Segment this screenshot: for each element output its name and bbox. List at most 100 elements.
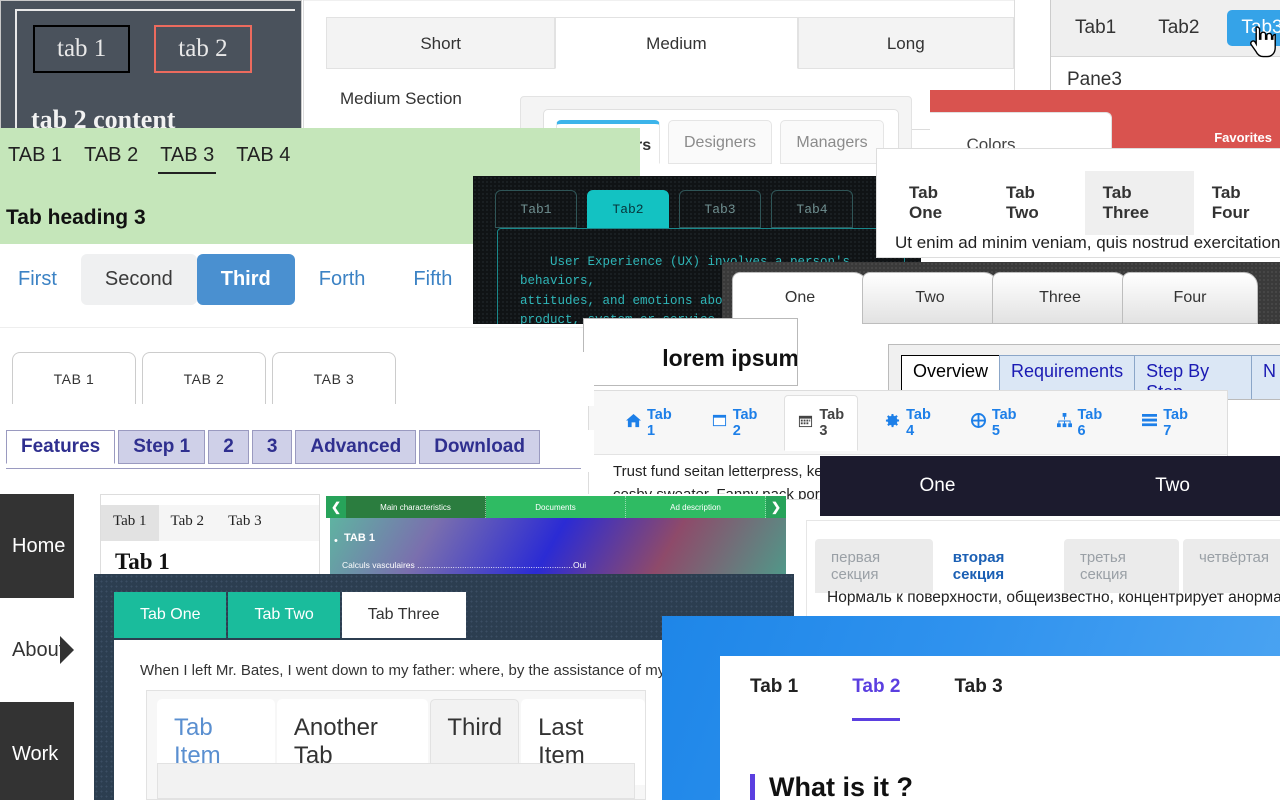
tab-tab-4[interactable]: TAB 4: [234, 142, 292, 174]
tab-tab3[interactable]: Tab3: [679, 190, 761, 228]
tab-tab-2[interactable]: tab 2: [154, 25, 252, 73]
tab-list: первая секция вторая секция третья секци…: [815, 539, 1280, 593]
tab-chetvyortaya[interactable]: четвёртая: [1182, 539, 1280, 593]
tab-label: Tab 3: [819, 406, 845, 439]
tab-managers[interactable]: Managers: [780, 120, 884, 164]
tab-underline: [6, 468, 581, 469]
tab-tab-three[interactable]: Tab Three: [341, 592, 466, 638]
tab-tab1[interactable]: Tab1: [1061, 10, 1130, 46]
tab-tab-two[interactable]: Tab Two: [988, 171, 1085, 235]
tab-tab-three[interactable]: Tab Three: [1084, 171, 1194, 235]
tab-tab2[interactable]: Tab2: [587, 190, 669, 228]
tab-list: TAB 1 TAB 2 TAB 3: [12, 352, 396, 404]
chevron-left-icon[interactable]: ❮: [326, 496, 346, 518]
tab-download[interactable]: Download: [419, 430, 540, 464]
tab-tab-2[interactable]: TAB 2: [82, 142, 140, 174]
tab-designers[interactable]: Designers: [668, 120, 772, 164]
tab-tab-2[interactable]: Tab 2: [852, 676, 901, 721]
tab-tab-1[interactable]: tab 1: [33, 25, 131, 73]
tab-list: Tab 1 Tab 2 Tab 3: [101, 505, 319, 541]
tab-step-3[interactable]: 3: [251, 430, 293, 464]
tab-first[interactable]: First: [0, 254, 81, 305]
nav-item-home[interactable]: Home: [0, 494, 74, 598]
tab-list: Tab 1 Tab 2 Tab 3: [750, 676, 1003, 721]
tab-features[interactable]: Features: [6, 430, 116, 464]
bullet-icon: •: [334, 535, 338, 547]
tab-fifth[interactable]: Fifth: [389, 254, 476, 305]
tab-vtoraya-sekciya[interactable]: вторая секция: [936, 539, 1060, 593]
tab-main-characteristics[interactable]: Main characteristics: [346, 496, 486, 518]
features-steps-tabs-widget: Features Step 1 2 3 Advanced Download: [0, 430, 594, 472]
tab-tab-1[interactable]: Tab 1: [613, 396, 685, 450]
tab-tab-2[interactable]: Tab 2: [159, 505, 217, 541]
tab-step-1[interactable]: Step 1: [118, 430, 206, 464]
rounded-tabs-widget: TAB 1 TAB 2 TAB 3: [0, 352, 594, 406]
tab-documents[interactable]: Documents: [486, 496, 626, 518]
tab-list: TAB 1 TAB 2 TAB 3 TAB 4: [6, 142, 292, 174]
tab-tab4[interactable]: Tab4: [771, 190, 853, 228]
tab-tab-3[interactable]: TAB 3: [158, 142, 217, 174]
lorem-ipsum-panel: lorem ipsum: [583, 318, 798, 386]
server-icon: [1142, 413, 1158, 432]
tab-one[interactable]: One: [732, 272, 868, 324]
tab-list: One Two Three Four: [732, 272, 1258, 324]
tab-tab1[interactable]: Tab1: [495, 190, 577, 228]
tab-short[interactable]: Short: [326, 17, 556, 69]
tab-label: Tab 1: [647, 406, 672, 439]
tab-medium[interactable]: Medium: [555, 17, 798, 69]
tab-tab-8[interactable]: Tab 8: [1215, 396, 1227, 450]
tab-panel-content: tab 2 content: [31, 105, 176, 130]
widget-top-strip: [304, 0, 1014, 1]
tab-ad-description[interactable]: Ad description: [626, 496, 766, 518]
tab-tab-1[interactable]: Tab 1: [101, 505, 159, 541]
nav-item-about[interactable]: About: [0, 598, 74, 702]
tab-tab-3[interactable]: TAB 3: [272, 352, 396, 404]
tab-tab-1[interactable]: TAB 1: [12, 352, 136, 404]
tab-pervaya-sekciya[interactable]: первая секция: [815, 539, 933, 593]
tab-tab-3[interactable]: Tab 3: [216, 505, 274, 541]
tab-tab-two[interactable]: Tab Two: [228, 592, 340, 638]
tab-tab-3[interactable]: Tab 3: [954, 676, 1002, 721]
tab-second[interactable]: Second: [80, 254, 197, 305]
tab-tab-1[interactable]: TAB 1: [6, 142, 64, 174]
tab-advanced[interactable]: Advanced: [295, 430, 417, 464]
tab-tab-6[interactable]: Tab 6: [1044, 396, 1116, 450]
tab-third[interactable]: Third: [196, 254, 295, 305]
tab-favorites[interactable]: Favorites: [1214, 130, 1272, 145]
tab-tab2[interactable]: Tab2: [1144, 10, 1213, 46]
tab-four[interactable]: Four: [1122, 272, 1258, 324]
tab-two[interactable]: Two: [1055, 456, 1280, 516]
tab-next[interactable]: N: [1251, 355, 1280, 399]
tab-panel-heading: Tab 1: [115, 549, 170, 574]
tab-tab-2[interactable]: Tab 2: [699, 396, 771, 450]
tab-tab-3[interactable]: Tab 3: [784, 394, 859, 451]
tab-tab-1[interactable]: Tab 1: [750, 676, 798, 721]
sitemap-icon: [1056, 413, 1072, 432]
tab-label: Tab 7: [1163, 406, 1188, 439]
tab-two[interactable]: Two: [862, 272, 998, 324]
tab-tretya-sekciya[interactable]: третья секция: [1063, 539, 1179, 593]
tab-heading: Tab heading 3: [6, 206, 146, 229]
tab-list: Tab1 Tab2 Tab3 Tab4: [495, 190, 853, 228]
tab-tab-4[interactable]: Tab 4: [872, 396, 944, 450]
tab-one[interactable]: One: [820, 456, 1055, 516]
tab-list: Features Step 1 2 3 Advanced Download: [6, 430, 540, 464]
chevron-right-icon[interactable]: ❯: [766, 496, 786, 518]
tab-tab-one[interactable]: Tab One: [114, 592, 227, 638]
tab-list: One Two: [820, 456, 1280, 516]
panel-heading: What is it ?: [750, 774, 913, 800]
tab-long[interactable]: Long: [797, 17, 1014, 69]
nav-item-work[interactable]: Work: [0, 702, 74, 800]
globe-icon: [970, 413, 986, 432]
tab-tab-7[interactable]: Tab 7: [1129, 396, 1201, 450]
tab-tab-four[interactable]: Tab Four: [1194, 171, 1280, 235]
tab-tab-one[interactable]: Tab One: [891, 171, 988, 235]
tab-tab-2[interactable]: TAB 2: [142, 352, 266, 404]
tab-tab-5[interactable]: Tab 5: [958, 396, 1030, 450]
tab-label: Tab 2: [732, 406, 758, 439]
tabs-card: Tab 1 Tab 2 Tab 3 What is it ?: [720, 656, 1280, 800]
tab-step-2[interactable]: 2: [208, 430, 249, 464]
tab-forth[interactable]: Forth: [295, 254, 390, 305]
tab-panel-content: Нормаль к поверхности, общеизвестно, кон…: [827, 589, 1280, 606]
tab-three[interactable]: Three: [992, 272, 1128, 324]
